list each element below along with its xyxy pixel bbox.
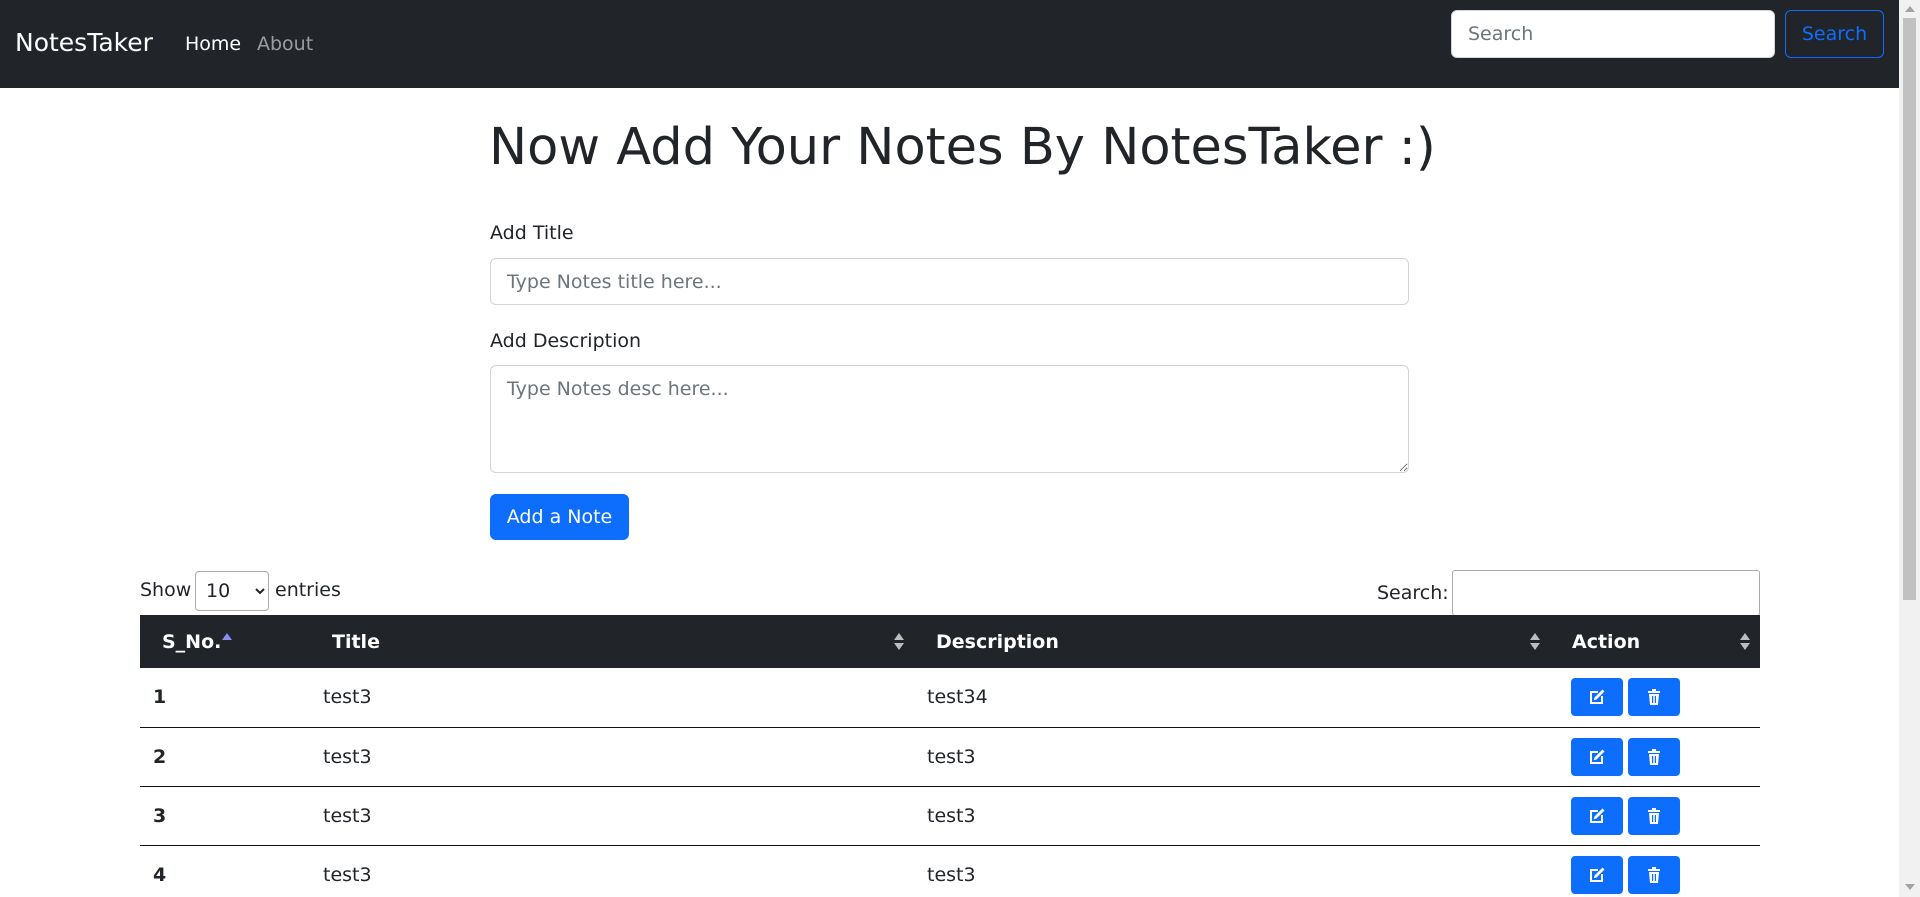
sort-icon [1740,632,1750,651]
cell-sno: 1 [140,668,310,728]
cell-action [1550,668,1760,728]
trash-icon [1648,866,1660,883]
edit-icon [1590,749,1605,764]
cell-title: test3 [310,727,914,787]
cell-action [1550,727,1760,787]
add-note-button[interactable]: Add a Note [490,494,629,540]
nav-link-about[interactable]: About [257,33,313,55]
datatable-entries-label: entries [275,579,341,601]
table-row: 1 test3 test34 [140,668,1760,728]
cell-action [1550,786,1760,846]
edit-button[interactable] [1571,678,1623,717]
sort-asc-icon [222,632,232,651]
cell-title: test3 [310,845,914,897]
edit-button[interactable] [1571,796,1623,835]
edit-icon [1590,808,1605,823]
column-header-label: S_No. [162,630,222,653]
title-label: Add Title [490,222,574,244]
trash-icon [1648,807,1660,824]
table-header-row: S_No. Title Description Action [140,615,1760,668]
edit-icon [1590,867,1605,882]
table-row: 4 test3 test3 [140,845,1760,897]
cell-description: test3 [914,845,1550,897]
cell-sno: 4 [140,845,310,897]
cell-description: test34 [914,668,1550,728]
datatable-search-input[interactable] [1452,570,1760,616]
notes-table: S_No. Title Description Action 1 test3 t… [140,615,1760,897]
trash-icon [1648,689,1660,706]
scroll-up-arrow-icon[interactable] [1905,6,1915,12]
column-header-title[interactable]: Title [310,615,914,668]
page-title: Now Add Your Notes By NotesTaker :) [489,118,1436,177]
trash-icon [1648,748,1660,765]
column-header-label: Description [936,630,1059,653]
title-input[interactable] [490,258,1409,305]
navbar-brand[interactable]: NotesTaker [15,28,153,57]
delete-button[interactable] [1628,678,1680,717]
cell-description: test3 [914,727,1550,787]
description-textarea[interactable] [490,365,1409,473]
navbar-search-button[interactable]: Search [1785,10,1884,58]
cell-description: test3 [914,786,1550,846]
sort-icon [894,632,904,651]
datatable-search-label: Search: [1377,582,1449,604]
column-header-label: Title [332,630,380,653]
table-row: 2 test3 test3 [140,727,1760,787]
navbar: NotesTaker Home About Search [0,0,1899,88]
delete-button[interactable] [1628,737,1680,776]
cell-sno: 2 [140,727,310,787]
column-header-label: Action [1572,630,1641,653]
scroll-thumb[interactable] [1903,18,1916,600]
cell-action [1550,845,1760,897]
edit-button[interactable] [1571,855,1623,894]
delete-button[interactable] [1628,796,1680,835]
edit-button[interactable] [1571,737,1623,776]
delete-button[interactable] [1628,855,1680,894]
page-scrollbar[interactable] [1899,0,1920,897]
description-label: Add Description [490,330,642,352]
table-row: 3 test3 test3 [140,786,1760,846]
column-header-description[interactable]: Description [914,615,1550,668]
column-header-sno[interactable]: S_No. [140,615,310,668]
cell-sno: 3 [140,786,310,846]
datatable-show-label: Show [140,579,192,601]
nav-link-home[interactable]: Home [185,33,241,55]
cell-title: test3 [310,786,914,846]
navbar-search-input[interactable] [1451,10,1775,58]
sort-icon [1530,632,1540,651]
column-header-action[interactable]: Action [1550,615,1760,668]
cell-title: test3 [310,668,914,728]
edit-icon [1590,689,1605,705]
datatable-length-select[interactable]: 10 [195,571,269,611]
scroll-down-arrow-icon[interactable] [1905,884,1915,890]
